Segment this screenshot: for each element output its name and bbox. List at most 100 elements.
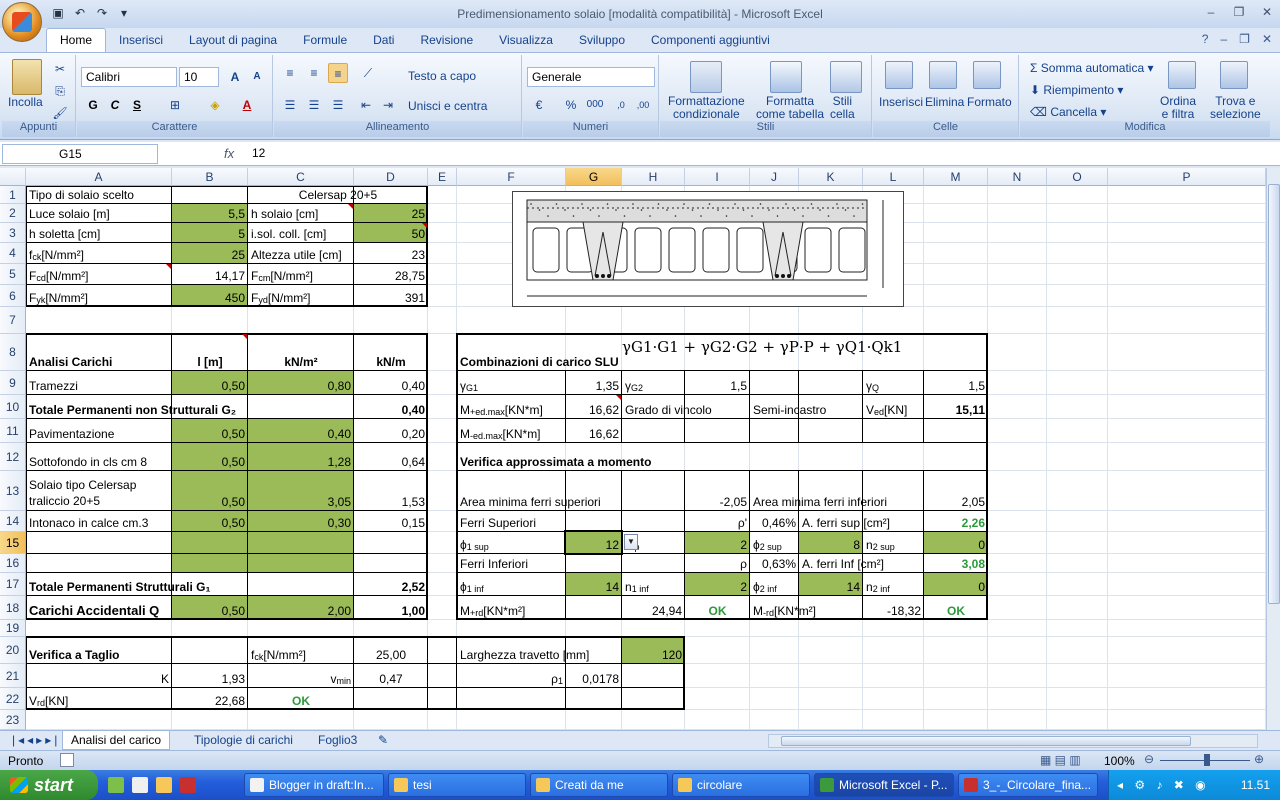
row-header-6[interactable]: 6 bbox=[0, 285, 26, 307]
cell-j15[interactable]: ϕ2 sup bbox=[750, 532, 799, 554]
cell-j18[interactable]: M - rd [KN*m²] bbox=[750, 596, 863, 620]
restore-icon[interactable]: ❐ bbox=[1232, 5, 1246, 19]
conditional-format-button[interactable]: Formattazione condizionale bbox=[668, 95, 745, 121]
align-middle-icon[interactable]: ≡ bbox=[304, 63, 324, 83]
cell-m17[interactable]: 0 bbox=[924, 573, 988, 596]
column-header-h[interactable]: H bbox=[622, 168, 685, 186]
conditional-format-icon[interactable] bbox=[690, 61, 722, 93]
find-select-button[interactable]: Trova e selezione bbox=[1210, 95, 1261, 121]
cell-f13[interactable]: Area minima ferri superiori bbox=[457, 471, 685, 511]
cell-c8[interactable]: kN/m² bbox=[248, 334, 354, 371]
task-creati-da-me[interactable]: Creati da me bbox=[530, 773, 668, 797]
cell-a3[interactable]: h soletta [cm] bbox=[26, 223, 172, 243]
tab-insert[interactable]: Inserisci bbox=[106, 29, 176, 52]
align-right-icon[interactable]: ☰ bbox=[328, 95, 348, 115]
row-header-17[interactable]: 17 bbox=[0, 573, 26, 596]
cell-f16[interactable]: Ferri Inferiori bbox=[457, 554, 566, 573]
cell-c14[interactable]: 0,30 bbox=[248, 511, 354, 532]
cell-i17[interactable]: 2 bbox=[685, 573, 750, 596]
cell-d3[interactable]: 50 bbox=[354, 223, 428, 243]
fill-button[interactable]: ⬇ Riempimento ▾ bbox=[1030, 83, 1123, 97]
cell-d9[interactable]: 0,40 bbox=[354, 371, 428, 395]
cell-m10[interactable]: 15,11 bbox=[924, 395, 988, 419]
cell-m16[interactable]: 3,08 bbox=[924, 554, 988, 573]
cell-c9[interactable]: 0,80 bbox=[248, 371, 354, 395]
cell-c4[interactable]: Altezza utile [cm] bbox=[248, 243, 354, 264]
cell-l15[interactable]: n2 sup bbox=[863, 532, 924, 554]
task-excel[interactable]: Microsoft Excel - P... bbox=[814, 773, 954, 797]
cell-b21[interactable]: 1,93 bbox=[172, 664, 248, 688]
word-launch-icon[interactable] bbox=[132, 777, 148, 793]
cell-f14[interactable]: Ferri Superiori bbox=[457, 511, 566, 532]
cell-a9[interactable]: Tramezzi bbox=[26, 371, 172, 395]
comment-indicator-icon[interactable] bbox=[166, 264, 171, 269]
task-tesi[interactable]: tesi bbox=[388, 773, 526, 797]
tab-view[interactable]: Visualizza bbox=[486, 29, 566, 52]
row-header-23[interactable]: 23 bbox=[0, 710, 26, 730]
format-as-table-button[interactable]: Formatta come tabella bbox=[756, 95, 824, 121]
column-header-g[interactable]: G bbox=[566, 168, 622, 186]
cell-j14[interactable]: 0,46% bbox=[750, 511, 799, 532]
tray-icons[interactable]: ◂ ⚙ ♪ ✖ ◉ bbox=[1117, 770, 1210, 800]
increase-indent-icon[interactable]: ⇥ bbox=[378, 95, 398, 115]
cell-g11[interactable]: 16,62 bbox=[566, 419, 622, 443]
tab-developer[interactable]: Sviluppo bbox=[566, 29, 638, 52]
vertical-scrollbar[interactable] bbox=[1266, 168, 1280, 730]
wrap-text-button[interactable]: Testo a capo bbox=[408, 69, 476, 83]
cell-c2[interactable]: h solaio [cm] bbox=[248, 204, 354, 223]
zoom-slider[interactable]: ⊖ ⊕ bbox=[1144, 752, 1264, 766]
sheet-tab-foglio3[interactable]: Foglio3 bbox=[310, 731, 365, 750]
comment-indicator-icon[interactable] bbox=[242, 334, 247, 339]
pdf-launch-icon[interactable] bbox=[180, 777, 196, 793]
cell-f15[interactable]: ϕ1 sup bbox=[457, 532, 566, 554]
cell-c13[interactable]: 3,05 bbox=[248, 471, 354, 511]
column-header-d[interactable]: D bbox=[354, 168, 428, 186]
cut-icon[interactable]: ✂ bbox=[50, 59, 70, 79]
cell-b6[interactable]: 450 bbox=[172, 285, 248, 307]
cell-f11[interactable]: M - ed.max [KN*m] bbox=[457, 419, 566, 443]
cell-a6[interactable]: Fyk [N/mm²] bbox=[26, 285, 172, 307]
copy-icon[interactable]: ⎘ bbox=[50, 81, 70, 101]
worksheet-grid[interactable]: Tipo di solaio scelto Celersap 20+5 Luce s… bbox=[26, 186, 1266, 730]
row-header-16[interactable]: 16 bbox=[0, 554, 26, 573]
cell-b13[interactable]: 0,50 bbox=[172, 471, 248, 511]
insert-cells-icon[interactable] bbox=[885, 61, 913, 89]
column-header-m[interactable]: M bbox=[924, 168, 988, 186]
cell-i16[interactable]: ρ bbox=[685, 554, 750, 573]
cell-j13[interactable]: Area minima ferri inferiori bbox=[750, 471, 924, 511]
underline-icon[interactable]: S bbox=[127, 95, 147, 115]
align-left-icon[interactable]: ☰ bbox=[280, 95, 300, 115]
cell-d6[interactable]: 391 bbox=[354, 285, 428, 307]
cell-c3[interactable]: i.sol. coll. [cm] bbox=[248, 223, 354, 243]
comment-indicator-icon[interactable] bbox=[422, 223, 427, 228]
sheet-tab-tipologie[interactable]: Tipologie di carichi bbox=[186, 731, 301, 750]
cell-styles-button[interactable]: Stili cella bbox=[830, 95, 855, 121]
cell-c12[interactable]: 1,28 bbox=[248, 443, 354, 471]
comment-indicator-icon[interactable] bbox=[348, 204, 353, 209]
cell-a22[interactable]: Vrd [KN] bbox=[26, 688, 172, 710]
cell-k15[interactable]: 8 bbox=[799, 532, 863, 554]
fill-color-icon[interactable]: ◈ bbox=[205, 95, 225, 115]
font-color-icon[interactable]: A bbox=[237, 95, 257, 115]
row-header-15[interactable]: 15 bbox=[0, 532, 26, 554]
cell-a12[interactable]: Sottofondo in cls cm 8 bbox=[26, 443, 172, 471]
horizontal-scrollbar[interactable] bbox=[768, 734, 1258, 748]
sort-filter-button[interactable]: Ordina e filtra bbox=[1160, 95, 1196, 121]
cell-c22[interactable]: OK bbox=[248, 688, 354, 710]
shrink-font-icon[interactable]: A bbox=[247, 67, 267, 87]
task-circolare-pdf[interactable]: 3_-_Circolare_fina... bbox=[958, 773, 1098, 797]
row-header-22[interactable]: 22 bbox=[0, 688, 26, 710]
row-header-14[interactable]: 14 bbox=[0, 511, 26, 532]
cell-d8[interactable]: kN/m bbox=[354, 334, 428, 371]
row-header-2[interactable]: 2 bbox=[0, 204, 26, 223]
cell-d21[interactable]: 0,47 bbox=[354, 664, 428, 688]
row-header-1[interactable]: 1 bbox=[0, 186, 26, 204]
bold-icon[interactable]: G bbox=[83, 95, 103, 115]
align-center-icon[interactable]: ☰ bbox=[304, 95, 324, 115]
row-header-9[interactable]: 9 bbox=[0, 371, 26, 395]
cell-f8[interactable]: Combinazioni di carico SLU bbox=[457, 334, 622, 371]
row-header-12[interactable]: 12 bbox=[0, 443, 26, 471]
percent-style-icon[interactable]: % bbox=[561, 95, 581, 115]
cell-d12[interactable]: 0,64 bbox=[354, 443, 428, 471]
font-name-select[interactable]: Calibri bbox=[81, 67, 177, 87]
